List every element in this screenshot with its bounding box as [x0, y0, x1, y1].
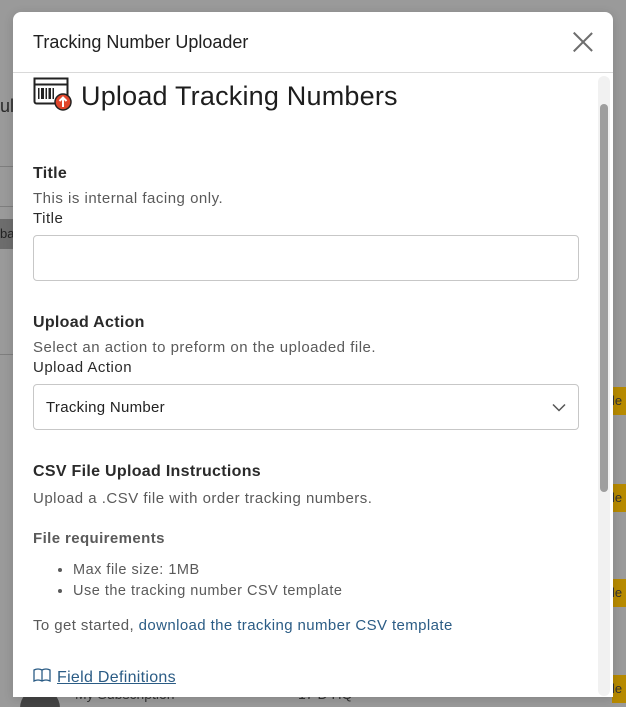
instructions-heading: CSV File Upload Instructions — [33, 463, 261, 480]
instructions-help-text: Upload a .CSV file with order tracking n… — [33, 490, 373, 507]
upload-action-heading: Upload Action — [33, 314, 145, 331]
book-icon — [33, 668, 51, 687]
background-chip: le — [612, 387, 626, 415]
list-item: Max file size: 1MB — [73, 560, 579, 581]
instructions-section: CSV File Upload Instructions Upload a .C… — [33, 463, 579, 687]
upload-action-section: Upload Action Select an action to prefor… — [33, 314, 579, 430]
title-field-label: Title — [33, 210, 64, 227]
title-input[interactable] — [33, 235, 579, 281]
scrollbar[interactable] — [598, 76, 610, 696]
download-template-link[interactable]: download the tracking number CSV templat… — [139, 617, 453, 634]
title-help-text: This is internal facing only. — [33, 190, 224, 207]
scrollbar-thumb[interactable] — [600, 104, 608, 492]
background-divider — [0, 354, 13, 355]
background-chip: le — [612, 675, 626, 703]
background-divider — [0, 166, 13, 167]
page-title: Upload Tracking Numbers — [81, 80, 398, 111]
title-section: Title This is internal facing only. Titl… — [33, 165, 579, 281]
title-section-heading: Title — [33, 165, 68, 182]
background-chip: ba — [0, 219, 13, 249]
chevron-down-icon — [552, 399, 566, 416]
file-requirements-title: File requirements — [33, 530, 165, 547]
field-definitions-link[interactable]: Field Definitions — [33, 668, 579, 687]
upload-action-selected-value: Tracking Number — [46, 398, 165, 416]
page-heading: Upload Tracking Numbers — [33, 76, 579, 116]
upload-action-help-text: Select an action to preform on the uploa… — [33, 339, 377, 356]
background-chip: le — [612, 579, 626, 607]
upload-action-select[interactable]: Tracking Number — [33, 384, 579, 430]
modal-content: Upload Tracking Numbers Title This is in… — [33, 74, 579, 687]
file-requirements-list: Max file size: 1MB Use the tracking numb… — [33, 560, 579, 602]
modal-body[interactable]: Upload Tracking Numbers Title This is in… — [13, 74, 613, 697]
background-chip: le — [612, 484, 626, 512]
uploader-modal: Tracking Number Uploader Upload Tracking… — [13, 12, 613, 697]
list-item: Use the tracking number CSV template — [73, 581, 579, 602]
upload-box-icon — [33, 76, 73, 117]
field-definitions-label: Field Definitions — [57, 668, 176, 686]
upload-action-label: Upload Action — [33, 359, 133, 376]
background-text-left: ul — [0, 96, 15, 116]
close-icon[interactable] — [572, 31, 594, 53]
background-divider — [0, 206, 13, 207]
getting-started-text: To get started, download the tracking nu… — [33, 617, 579, 634]
modal-title: Tracking Number Uploader — [33, 31, 249, 52]
getting-started-prefix: To get started, — [33, 617, 139, 634]
modal-header: Tracking Number Uploader — [13, 12, 613, 73]
